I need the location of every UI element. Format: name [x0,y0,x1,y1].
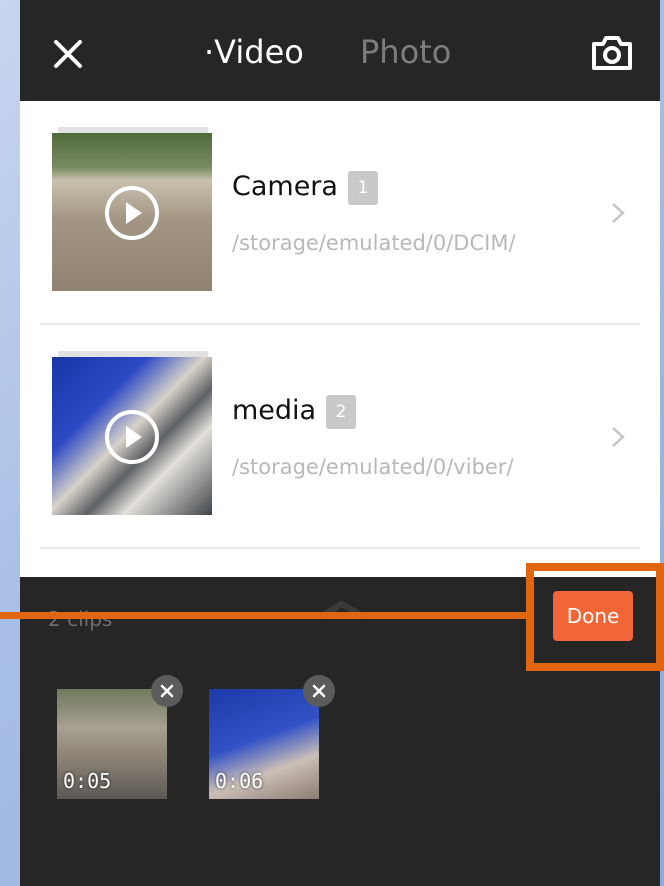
album-count-badge: 2 [326,395,356,429]
close-icon [312,684,326,698]
selected-clip[interactable]: 0:06 [209,675,335,799]
annotation-pointer-line [0,612,528,619]
tab-video[interactable]: ·Video [204,33,304,71]
album-path: /storage/emulated/0/viber/ [232,455,514,479]
clips-count-label: 2 clips [48,607,113,631]
album-name: Camera [232,171,338,202]
close-icon[interactable] [50,36,86,72]
thumbnail-image [52,357,212,515]
camera-icon[interactable] [590,34,634,72]
clip-duration: 0:05 [63,769,112,793]
remove-clip-button[interactable] [303,675,335,707]
chevron-right-icon [612,427,625,447]
divider [40,547,640,549]
album-name: media [232,395,317,426]
remove-clip-button[interactable] [151,675,183,707]
album-item-media[interactable]: media 2 /storage/emulated/0/viber/ [20,325,660,549]
album-thumbnail [52,127,212,291]
annotation-highlight-box [526,563,664,671]
selected-clip[interactable]: 0:05 [57,675,183,799]
play-icon [105,410,159,464]
top-bar: ·Video Photo [20,0,660,101]
close-icon [160,684,174,698]
album-path: /storage/emulated/0/DCIM/ [232,231,516,255]
tab-photo[interactable]: Photo [360,33,451,71]
album-list: Camera 1 /storage/emulated/0/DCIM/ media… [20,101,660,577]
app-window: ·Video Photo Camera 1 /storage/emulated/… [20,0,660,886]
clip-duration: 0:06 [215,769,264,793]
play-icon [105,186,159,240]
thumbnail-image [52,133,212,291]
album-count-badge: 1 [348,171,378,205]
album-thumbnail [52,351,212,515]
album-item-camera[interactable]: Camera 1 /storage/emulated/0/DCIM/ [20,101,660,325]
chevron-right-icon [612,203,625,223]
